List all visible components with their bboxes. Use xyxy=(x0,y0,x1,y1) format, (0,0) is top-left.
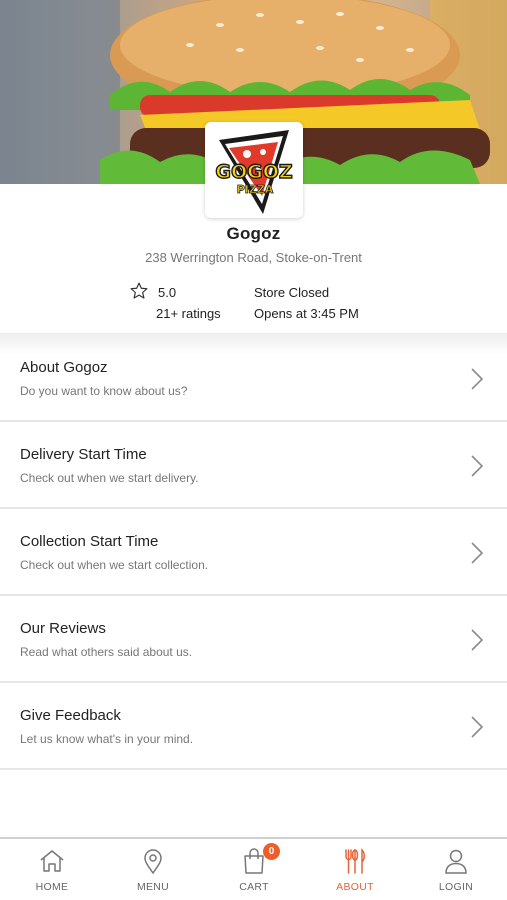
rating-count: 21+ ratings xyxy=(156,306,221,321)
nav-cart[interactable]: 0 CART xyxy=(204,839,304,900)
opens-at-time: Opens at 3:45 PM xyxy=(254,306,359,321)
restaurant-address: 238 Werrington Road, Stoke-on-Trent xyxy=(145,250,362,265)
chevron-right-icon xyxy=(471,629,484,651)
menu-item-subtitle: Check out when we start collection. xyxy=(20,558,209,572)
rating-value: 5.0 xyxy=(158,285,177,300)
home-icon xyxy=(40,850,64,872)
menu-item-title: Collection Start Time xyxy=(20,533,159,550)
cutlery-icon xyxy=(345,848,365,874)
menu-item-subtitle: Do you want to know about us? xyxy=(20,384,188,398)
chevron-right-icon xyxy=(471,368,484,390)
menu-item-title: Delivery Start Time xyxy=(20,446,147,463)
nav-label-cart: CART xyxy=(239,881,269,893)
logo-text: GOGOZ xyxy=(215,161,292,183)
menu-item-collection-start-time[interactable]: Collection Start Time Check out when we … xyxy=(0,509,507,596)
restaurant-name: Gogoz xyxy=(226,224,281,243)
chevron-right-icon xyxy=(471,542,484,564)
nav-login[interactable]: LOGIN xyxy=(406,839,506,900)
restaurant-logo: GOGOZ PIZZA xyxy=(205,122,303,218)
menu-item-about[interactable]: About Gogoz Do you want to know about us… xyxy=(0,335,507,422)
menu-item-give-feedback[interactable]: Give Feedback Let us know what's in your… xyxy=(0,683,507,770)
chevron-right-icon xyxy=(471,716,484,738)
nav-about[interactable]: ABOUT xyxy=(305,839,405,900)
menu-item-title: Give Feedback xyxy=(20,707,121,724)
menu-item-title: About Gogoz xyxy=(20,359,108,376)
menu-item-our-reviews[interactable]: Our Reviews Read what others said about … xyxy=(0,596,507,683)
star-icon xyxy=(130,282,148,299)
chevron-right-icon xyxy=(471,455,484,477)
menu-item-subtitle: Check out when we start delivery. xyxy=(20,471,199,485)
bottom-navigation-bar: HOME MENU 0 CART ABOUT LOGIN xyxy=(0,837,507,900)
nav-label-login: LOGIN xyxy=(438,881,474,893)
menu-item-delivery-start-time[interactable]: Delivery Start Time Check out when we st… xyxy=(0,422,507,509)
menu-item-subtitle: Let us know what's in your mind. xyxy=(20,732,194,746)
nav-label-about: ABOUT xyxy=(336,881,374,893)
nav-label-home: HOME xyxy=(35,881,69,893)
nav-menu[interactable]: MENU xyxy=(103,839,203,900)
cart-count-badge: 0 xyxy=(263,843,280,860)
location-pin-icon xyxy=(144,849,162,875)
menu-item-subtitle: Read what others said about us. xyxy=(20,645,193,659)
logo-subtext: PIZZA xyxy=(237,183,274,196)
store-status: Store Closed xyxy=(254,285,330,300)
user-icon xyxy=(445,849,467,874)
menu-item-title: Our Reviews xyxy=(20,620,106,637)
about-menu-list: About Gogoz Do you want to know about us… xyxy=(0,335,507,770)
nav-home[interactable]: HOME xyxy=(2,839,102,900)
nav-label-menu: MENU xyxy=(136,881,170,893)
